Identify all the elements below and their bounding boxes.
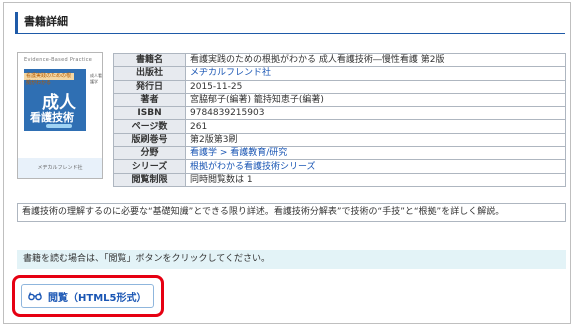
table-row: 版刷巻号 第2版第3刷 xyxy=(113,132,566,148)
table-row: ページ数 261 xyxy=(113,119,566,134)
table-row: ISBN 9784839215903 xyxy=(113,106,566,121)
publisher-link[interactable]: メヂカルフレンド社 xyxy=(190,68,271,78)
info-value-title: 看護実践のための根拠がわかる 成人看護技術―慢性看護 第2版 xyxy=(185,52,566,68)
book-cover-image: Evidence-Based Practice 看護実践のための根拠がわかる 成… xyxy=(17,52,103,179)
cover-side-text: 成人看護学 xyxy=(90,73,102,84)
table-row: 発行日 2015-11-25 xyxy=(113,79,566,94)
cover-title-line2: 看護技術 xyxy=(30,111,74,124)
table-row: 分野 看護学 > 看護教育/研究 xyxy=(113,146,566,161)
table-row: 著者 宮脇郁子(編著) 籠持知恵子(編著) xyxy=(113,92,566,108)
info-label-publisher: 出版社 xyxy=(113,66,186,81)
section-title: 書籍詳細 xyxy=(15,12,565,34)
read-button-highlight: 閲覧（HTML5形式） xyxy=(12,275,164,317)
info-label-date: 発行日 xyxy=(113,79,186,94)
info-value-author: 宮脇郁子(編著) 籠持知恵子(編著) xyxy=(185,92,566,108)
read-html5-button[interactable]: 閲覧（HTML5形式） xyxy=(21,284,154,308)
read-notice: 書籍を読む場合は、「閲覧」ボタンをクリックしてください。 xyxy=(17,250,566,269)
table-row: 閲覧制限 同時閲覧数は 1 xyxy=(113,172,566,187)
read-button-label: 閲覧（HTML5形式） xyxy=(48,292,147,304)
series-link[interactable]: 根拠がわかる看護技術シリーズ xyxy=(190,162,316,172)
info-label-title: 書籍名 xyxy=(113,52,186,68)
cover-tag: 看護実践のための根拠がわかる xyxy=(24,73,74,86)
book-description: 看護技術の理解するのに必要な“基礎知識”とできる限り詳述。看護技術分解表”で技術… xyxy=(17,203,566,222)
info-value-restriction: 同時閲覧数は 1 xyxy=(185,172,566,187)
info-label-edition: 版刷巻号 xyxy=(113,132,186,148)
cover-decoration xyxy=(46,124,72,128)
info-label-restriction: 閲覧制限 xyxy=(113,172,186,187)
info-label-field: 分野 xyxy=(113,146,186,161)
glasses-icon xyxy=(28,292,42,301)
info-label-author: 著者 xyxy=(113,92,186,108)
table-row: シリーズ 根拠がわかる看護技術シリーズ xyxy=(113,159,566,174)
table-row: 書籍名 看護実践のための根拠がわかる 成人看護技術―慢性看護 第2版 xyxy=(113,52,566,68)
info-value-edition: 第2版第3刷 xyxy=(185,132,566,148)
info-label-pages: ページ数 xyxy=(113,119,186,134)
field-link[interactable]: 看護学 > 看護教育/研究 xyxy=(190,148,287,158)
cover-publisher: メヂカルフレンド社 xyxy=(18,158,102,178)
info-label-isbn: ISBN xyxy=(113,106,186,121)
info-value-pages: 261 xyxy=(185,119,566,134)
book-info-table: 書籍名 看護実践のための根拠がわかる 成人看護技術―慢性看護 第2版 出版社 メ… xyxy=(113,52,566,187)
info-label-series: シリーズ xyxy=(113,159,186,174)
cover-top-text: Evidence-Based Practice xyxy=(24,57,93,63)
info-value-date: 2015-11-25 xyxy=(185,79,566,94)
info-value-isbn: 9784839215903 xyxy=(185,106,566,121)
table-row: 出版社 メヂカルフレンド社 xyxy=(113,66,566,81)
